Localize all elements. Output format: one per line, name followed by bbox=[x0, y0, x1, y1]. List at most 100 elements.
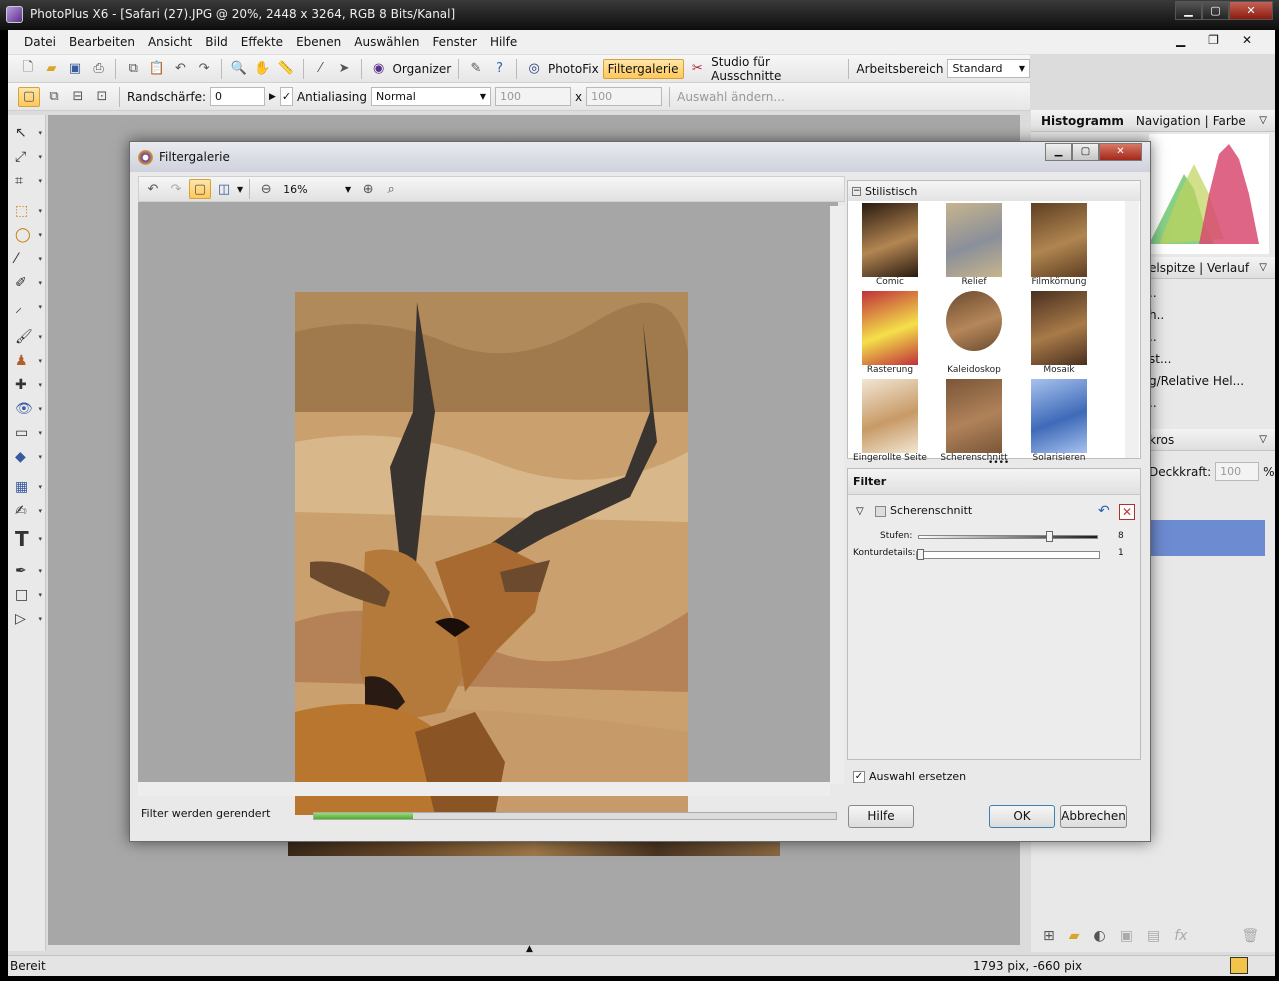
zoom-select[interactable]: 16% ▼ bbox=[279, 180, 355, 199]
selection-intersect-icon[interactable]: ⊡ bbox=[92, 87, 112, 107]
panel-menu-icon[interactable]: ▽ bbox=[1259, 115, 1267, 126]
open-folder-icon[interactable]: ▰ bbox=[42, 59, 62, 79]
studio-button[interactable]: Studio für Ausschnitte bbox=[711, 55, 841, 83]
filter-thumb[interactable]: Comic bbox=[862, 203, 918, 287]
new-file-icon[interactable]: 🗋 bbox=[18, 59, 38, 79]
filter-thumb[interactable]: Filmkörnung bbox=[1031, 203, 1087, 287]
list-item[interactable]: .. bbox=[1149, 392, 1249, 414]
stufen-slider[interactable] bbox=[918, 531, 1098, 542]
play-arrow-icon[interactable]: ▶ bbox=[269, 92, 276, 102]
doc-close-icon[interactable]: ✕ bbox=[1242, 33, 1252, 47]
list-item[interactable]: h.. bbox=[1149, 304, 1249, 326]
list-item[interactable]: st... bbox=[1149, 348, 1249, 370]
photofix-icon[interactable]: ◎ bbox=[524, 59, 544, 79]
selection-new-icon[interactable]: ▢ bbox=[18, 86, 40, 107]
doc-restore-icon[interactable]: ❐ bbox=[1208, 33, 1219, 47]
menu-effekte[interactable]: Effekte bbox=[241, 35, 283, 49]
organizer-button[interactable]: Organizer bbox=[392, 62, 451, 76]
height-input[interactable]: 100 bbox=[586, 87, 663, 106]
filter-thumb[interactable]: Eingerollte Seite bbox=[853, 379, 927, 463]
panel-menu-icon[interactable]: ▽ bbox=[1259, 434, 1267, 445]
list-item[interactable]: g/Relative Hel... bbox=[1149, 370, 1249, 392]
zoom-in-icon[interactable]: ⊕ bbox=[358, 179, 378, 199]
splitter-grip-icon[interactable]: •••• bbox=[988, 458, 1009, 468]
pointer-icon[interactable]: ➤ bbox=[334, 59, 354, 79]
color-picker-icon[interactable]: ⸝ bbox=[12, 297, 42, 317]
red-eye-icon[interactable]: 👁 bbox=[12, 399, 42, 419]
undo-icon[interactable]: ↶ bbox=[171, 59, 191, 79]
eyedropper-icon[interactable]: ⁄ bbox=[311, 59, 331, 79]
hand-icon[interactable]: ✋ bbox=[252, 59, 272, 79]
lock-icon[interactable]: ▤ bbox=[1147, 928, 1160, 944]
auswahl-aendern-button[interactable]: Auswahl ändern... bbox=[677, 90, 785, 104]
clone-stamp-icon[interactable]: ♟ bbox=[12, 351, 42, 371]
paintbrush-icon[interactable]: 🖌 bbox=[12, 327, 42, 347]
randschaerfe-input[interactable]: 0 bbox=[210, 87, 266, 106]
ok-button[interactable]: OK bbox=[989, 805, 1055, 828]
new-layer-icon[interactable]: ⊞ bbox=[1043, 928, 1055, 944]
doc-minimize-icon[interactable]: ▁ bbox=[1176, 33, 1185, 47]
filter-thumb[interactable]: Mosaik bbox=[1031, 291, 1087, 375]
chevron-down-icon[interactable]: ▼ bbox=[237, 185, 243, 194]
folder-icon[interactable]: ▰ bbox=[1069, 928, 1080, 944]
filter-thumb[interactable]: Solarisieren bbox=[1031, 379, 1087, 463]
paste-icon[interactable]: 📋 bbox=[147, 59, 167, 79]
list-item[interactable]: .. bbox=[1149, 326, 1249, 348]
filter-thumb[interactable]: Kaleidoskop bbox=[946, 291, 1002, 375]
konturdetails-slider-knob[interactable] bbox=[917, 549, 924, 560]
tab-histogramm[interactable]: Histogramm bbox=[1041, 114, 1124, 128]
menu-bearbeiten[interactable]: Bearbeiten bbox=[69, 35, 135, 49]
print-icon[interactable]: ⎙ bbox=[89, 59, 109, 79]
blend-mode-select[interactable]: Normal ▼ bbox=[371, 87, 492, 106]
close-button[interactable]: ✕ bbox=[1229, 1, 1273, 20]
maximize-button[interactable]: ▢ bbox=[1202, 1, 1229, 20]
fx-icon[interactable]: fx bbox=[1174, 928, 1187, 944]
text-tool-icon[interactable]: T bbox=[12, 527, 42, 551]
healing-icon[interactable]: ✚ bbox=[12, 375, 42, 395]
deckkraft-input[interactable]: 100 bbox=[1215, 462, 1260, 481]
collapse-icon[interactable]: − bbox=[852, 186, 861, 196]
gallery-category-header[interactable]: − Stilistisch bbox=[848, 181, 1140, 201]
panel2-tabs[interactable]: elspitze | Verlauf bbox=[1149, 261, 1249, 275]
auswahl-ersetzen-checkbox[interactable]: ✓ bbox=[853, 771, 865, 783]
cancel-button[interactable]: Abbrechen bbox=[1060, 805, 1127, 828]
mask-icon[interactable]: ▣ bbox=[1120, 928, 1133, 944]
konturdetails-slider[interactable] bbox=[916, 549, 1100, 560]
warp-icon[interactable]: ▦ bbox=[12, 477, 42, 497]
menu-bild[interactable]: Bild bbox=[205, 35, 228, 49]
eraser-icon[interactable]: ▭ bbox=[12, 423, 42, 443]
minimize-button[interactable]: ▁ bbox=[1175, 1, 1202, 20]
crop-tool-icon[interactable]: ⌗ bbox=[12, 171, 42, 191]
single-view-icon[interactable]: ▢ bbox=[189, 179, 211, 199]
width-input[interactable]: 100 bbox=[495, 87, 572, 106]
remove-filter-icon[interactable]: ✕ bbox=[1119, 504, 1135, 520]
menu-hilfe[interactable]: Hilfe bbox=[490, 35, 517, 49]
antialiasing-checkbox[interactable]: ✓ bbox=[279, 87, 293, 106]
sticky-icon[interactable]: ✎ bbox=[466, 59, 486, 79]
preview-horizontal-scrollbar[interactable] bbox=[138, 782, 830, 796]
adjustment-icon[interactable]: ◐ bbox=[1094, 928, 1106, 944]
tab-farbe[interactable]: Farbe bbox=[1213, 114, 1246, 128]
filter-enable-checkbox[interactable] bbox=[875, 506, 886, 517]
resize-icon[interactable] bbox=[1230, 957, 1248, 974]
selection-add-icon[interactable]: ⧉ bbox=[44, 87, 64, 107]
menu-ebenen[interactable]: Ebenen bbox=[296, 35, 341, 49]
pen-tool-icon[interactable]: ✒ bbox=[12, 561, 42, 581]
filtergalerie-button[interactable]: Filtergalerie bbox=[602, 58, 684, 79]
zoom-out-icon[interactable]: ⊖ bbox=[256, 179, 276, 199]
split-view-icon[interactable]: ◫ bbox=[214, 179, 234, 199]
filter-thumb[interactable]: Relief bbox=[946, 203, 1002, 287]
tab-navigation[interactable]: Navigation bbox=[1136, 114, 1201, 128]
ruler-icon[interactable]: 📏 bbox=[276, 59, 296, 79]
redo-icon[interactable]: ↷ bbox=[166, 179, 186, 199]
smudge-icon[interactable]: ✍ bbox=[12, 501, 42, 521]
collapse-arrow-icon[interactable]: ▲ bbox=[526, 944, 533, 954]
help-icon[interactable]: ? bbox=[490, 59, 510, 79]
preview-area[interactable] bbox=[138, 202, 838, 815]
lasso-tool-icon[interactable]: ◯ bbox=[12, 225, 42, 245]
selection-subtract-icon[interactable]: ⊟ bbox=[68, 87, 88, 107]
menu-datei[interactable]: Datei bbox=[24, 35, 56, 49]
photofix-button[interactable]: PhotoFix bbox=[548, 62, 599, 76]
rect-select-tool-icon[interactable]: ⬚ bbox=[12, 201, 42, 221]
copy-icon[interactable]: ⧉ bbox=[123, 59, 143, 79]
